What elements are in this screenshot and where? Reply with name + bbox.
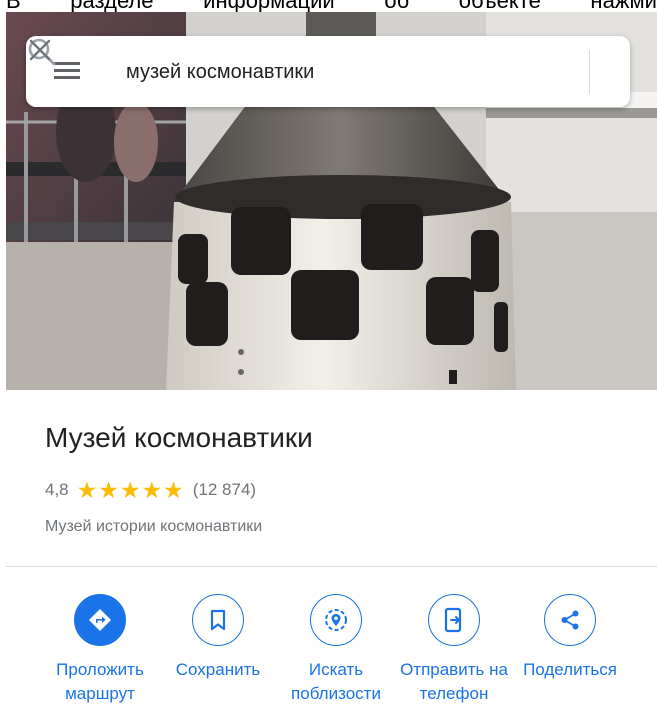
share-label: Поделиться [523, 660, 617, 679]
directions-label: Проложить маршрут [56, 660, 144, 703]
save-button[interactable]: Сохранить [153, 594, 283, 682]
section-divider [6, 566, 657, 567]
search-input[interactable]: музей космонавтики [126, 58, 314, 86]
place-title: Музей космонавтики [45, 422, 313, 453]
close-icon[interactable] [26, 36, 54, 64]
search-bar[interactable]: музей космонавтики [26, 36, 630, 107]
directions-icon [74, 594, 126, 646]
menu-icon[interactable] [54, 58, 82, 86]
search-nearby-button[interactable]: Искать поблизости [271, 594, 401, 706]
bookmark-icon [192, 594, 244, 646]
review-count[interactable]: (12 874) [193, 480, 256, 500]
rating-value: 4,8 [45, 480, 69, 499]
star-rating-icon: ★★★★★ [76, 477, 185, 503]
save-label: Сохранить [175, 660, 261, 679]
place-photo[interactable]: музей космонавтики [6, 12, 657, 390]
place-category: Музей истории космонавтики [45, 518, 263, 535]
share-icon [544, 594, 596, 646]
nearby-icon [310, 594, 362, 646]
send-to-phone-label: Отправить на телефон [400, 660, 508, 703]
directions-button[interactable]: Проложить маршрут [35, 594, 165, 706]
send-to-phone-icon [428, 594, 480, 646]
search-nearby-label: Искать поблизости [291, 660, 381, 703]
share-button[interactable]: Поделиться [505, 594, 635, 682]
send-to-phone-button[interactable]: Отправить на телефон [389, 594, 519, 706]
rating-row[interactable]: 4,8 ★★★★★ (12 874) [45, 476, 256, 504]
search-divider [589, 50, 590, 94]
